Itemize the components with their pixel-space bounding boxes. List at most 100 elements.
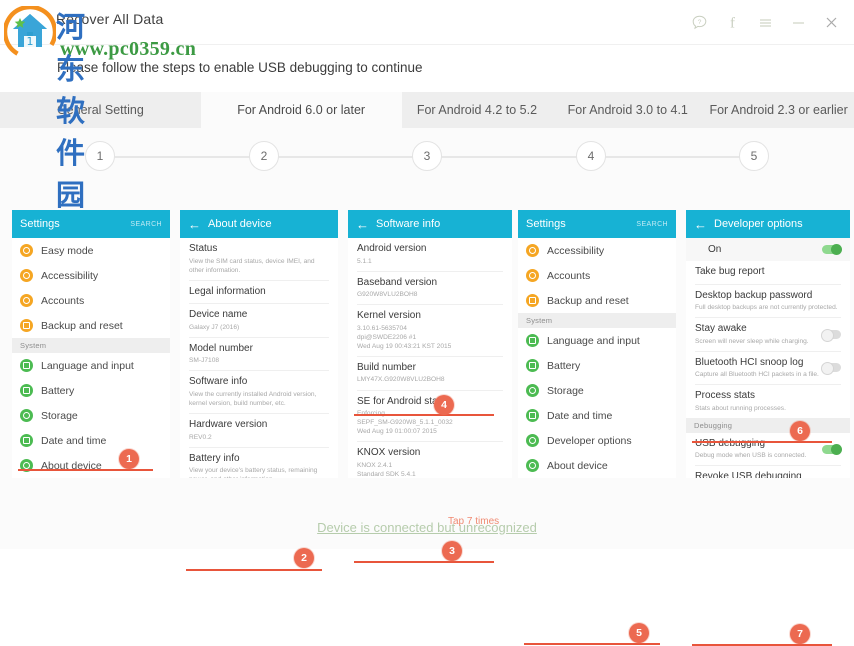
bluetooth-hci-toggle[interactable] — [821, 362, 841, 376]
panel-1-search-label[interactable]: SEARCH — [130, 221, 162, 228]
info-row-title: SE for Android status — [357, 395, 451, 407]
usb-debugging-toggle[interactable] — [822, 443, 842, 455]
info-row-title: Model number — [189, 342, 253, 354]
toggle-row-stay-awake[interactable]: Stay awake Screen will never sleep while… — [686, 318, 850, 351]
info-row-title: Android version — [357, 243, 427, 254]
minimize-icon[interactable] — [790, 14, 807, 31]
info-row-status[interactable]: Status View the SIM card status, device … — [180, 238, 338, 280]
info-row-kernel-version[interactable]: Kernel version 3.10.61-5635704 dpi@SWDE2… — [348, 305, 512, 356]
panel-5-on-underline — [692, 441, 832, 443]
facebook-icon[interactable]: f — [724, 14, 741, 31]
accessibility-icon — [20, 269, 33, 282]
settings-row-developer-options[interactable]: Developer options — [518, 428, 676, 453]
app-title: Recover All Data — [56, 11, 164, 27]
toggle-row-bluetooth-hci-snoop-log[interactable]: Bluetooth HCI snoop log Capture all Blue… — [686, 352, 850, 385]
settings-row-label: Battery — [547, 359, 581, 372]
settings-row-easy-mode[interactable]: Easy mode — [12, 238, 170, 263]
tab-android-23-earlier[interactable]: For Android 2.3 or earlier — [703, 92, 854, 128]
info-row-baseband-version[interactable]: Baseband version G920W8VLU2BOH8 — [348, 272, 512, 305]
info-row-process-stats[interactable]: Process stats Stats about running proces… — [686, 385, 850, 418]
step-2[interactable]: 2 — [249, 141, 279, 171]
step-1[interactable]: 1 — [85, 141, 115, 171]
panel-5-title: Developer options — [714, 218, 803, 230]
info-row-legal-information[interactable]: Legal information — [180, 281, 338, 304]
info-row-model-number[interactable]: Model number SM-J7108 — [180, 338, 338, 371]
toggle-row-usb-debugging[interactable]: USB debugging Debug mode when USB is con… — [686, 433, 850, 466]
step-5[interactable]: 5 — [739, 141, 769, 171]
info-row-hardware-version[interactable]: Hardware version REV0.2 — [180, 414, 338, 447]
close-icon[interactable] — [823, 14, 840, 31]
info-row-title: Process stats — [695, 390, 756, 402]
info-row-desktop-backup-password[interactable]: Desktop backup password Full desktop bac… — [686, 285, 850, 318]
info-row-sub: KNOX 2.4.1 Standard SDK 5.4.1 Premium SD… — [357, 461, 416, 478]
tutorial-panels: Settings SEARCH Easy mode Accessibility … — [0, 186, 854, 646]
page-subtitle: Please follow the steps to enable USB de… — [57, 60, 423, 75]
settings-row-label: Accessibility — [547, 244, 605, 257]
tab-android-30-41[interactable]: For Android 3.0 to 4.1 — [552, 92, 704, 128]
footer-bar: Device is connected but unrecognized — [0, 506, 854, 549]
settings-row-label: Backup and reset — [547, 294, 629, 307]
tab-bar: General Setting For Android 6.0 or later… — [0, 92, 854, 128]
back-arrow-icon[interactable]: ← — [188, 218, 201, 231]
device-unrecognized-link[interactable]: Device is connected but unrecognized — [317, 520, 537, 535]
panel-4-body: Accessibility Accounts Backup and reset … — [518, 238, 676, 478]
info-row-revoke-usb-debugging-authorizations[interactable]: Revoke USB debugging authorizations — [686, 466, 850, 478]
info-row-software-info[interactable]: Software info View the currently install… — [180, 371, 338, 413]
settings-row-accessibility[interactable]: Accessibility — [12, 263, 170, 288]
storage-icon — [20, 409, 33, 422]
panel-4-search-label[interactable]: SEARCH — [636, 221, 668, 228]
info-row-sub: Full desktop backups are not currently p… — [695, 304, 838, 311]
tap-7-times-annotation: Tap 7 times — [448, 516, 500, 527]
settings-row-language-and-input[interactable]: Language and input — [518, 328, 676, 353]
step-badge-5: 5 — [629, 623, 649, 643]
step-4[interactable]: 4 — [576, 141, 606, 171]
info-row-title: Build number — [357, 361, 416, 373]
date-time-icon — [526, 409, 539, 422]
tab-android-42-52[interactable]: For Android 4.2 to 5.2 — [401, 92, 553, 128]
master-toggle-switch[interactable] — [822, 244, 842, 255]
panel-1-body: Easy mode Accessibility Accounts Backup … — [12, 238, 170, 478]
master-toggle-label: On — [708, 244, 722, 255]
panel-software-info: ← Software info Android version 5.1.1 Ba… — [348, 210, 512, 478]
step-badge-7: 7 — [790, 624, 810, 644]
info-row-title: Software info — [189, 376, 248, 388]
settings-row-backup-and-reset[interactable]: Backup and reset — [12, 313, 170, 338]
settings-row-about-device[interactable]: About device — [12, 453, 170, 478]
language-input-icon — [20, 359, 33, 372]
section-header-debugging: Debugging — [686, 417, 850, 433]
info-row-device-name[interactable]: Device name Galaxy J7 (2016) — [180, 304, 338, 337]
settings-row-date-and-time[interactable]: Date and time — [518, 403, 676, 428]
settings-row-storage[interactable]: Storage — [518, 378, 676, 403]
help-icon[interactable]: ? — [691, 14, 708, 31]
settings-row-date-and-time[interactable]: Date and time — [12, 428, 170, 453]
accounts-icon — [526, 269, 539, 282]
settings-row-accessibility[interactable]: Accessibility — [518, 238, 676, 263]
tab-general-setting[interactable]: General Setting — [0, 92, 201, 128]
info-row-battery-info[interactable]: Battery info View your device's battery … — [180, 448, 338, 478]
developer-options-master-toggle-row[interactable]: On — [686, 238, 850, 261]
menu-icon[interactable] — [757, 14, 774, 31]
step-3[interactable]: 3 — [412, 141, 442, 171]
settings-row-storage[interactable]: Storage — [12, 403, 170, 428]
settings-row-accounts[interactable]: Accounts — [518, 263, 676, 288]
settings-row-battery[interactable]: Battery — [518, 353, 676, 378]
settings-row-label: Accessibility — [41, 269, 99, 282]
back-arrow-icon[interactable]: ← — [694, 218, 707, 231]
settings-row-language-and-input[interactable]: Language and input — [12, 353, 170, 378]
settings-row-about-device[interactable]: About device — [518, 453, 676, 478]
info-row-android-version[interactable]: Android version 5.1.1 — [348, 238, 512, 271]
back-arrow-icon[interactable]: ← — [356, 218, 369, 231]
settings-row-battery[interactable]: Battery — [12, 378, 170, 403]
info-row-take-bug-report[interactable]: Take bug report — [686, 261, 850, 284]
info-row-sub: View the SIM card status, device IMEI, a… — [189, 257, 315, 274]
info-row-title: Revoke USB debugging authorizations — [695, 471, 802, 478]
settings-row-label: About device — [547, 459, 608, 472]
info-row-build-number[interactable]: Build number LMY47X.G920W8VLU2BOH8 — [348, 357, 512, 390]
tab-android-6[interactable]: For Android 6.0 or later — [200, 92, 402, 128]
stay-awake-toggle[interactable] — [821, 328, 841, 342]
settings-row-accounts[interactable]: Accounts — [12, 288, 170, 313]
panel-2-header: ← About device — [180, 210, 338, 238]
settings-row-backup-and-reset[interactable]: Backup and reset — [518, 288, 676, 313]
info-row-knox-version[interactable]: KNOX version KNOX 2.4.1 Standard SDK 5.4… — [348, 442, 512, 478]
panel-1-title: Settings — [20, 218, 60, 230]
